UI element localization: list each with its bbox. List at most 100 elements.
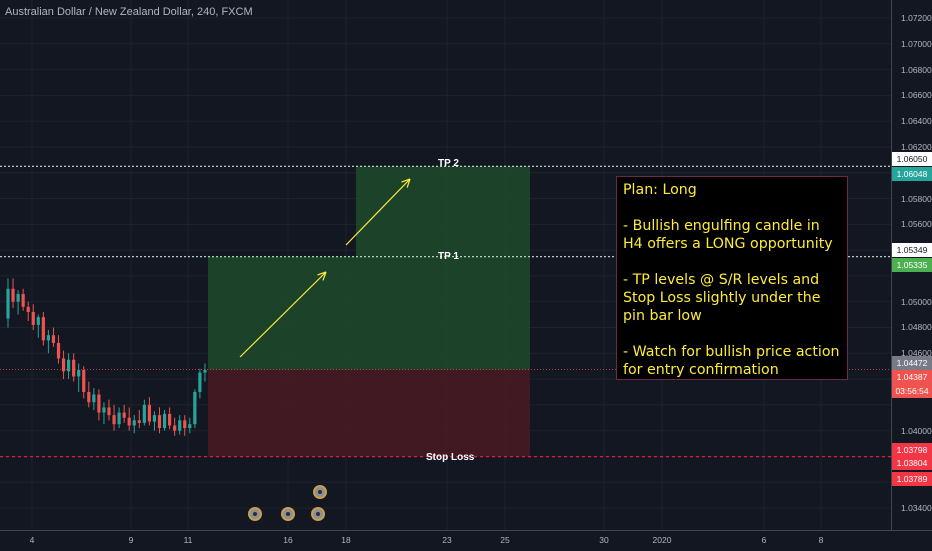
price-tick-label: 1.04000 bbox=[901, 425, 932, 436]
candle bbox=[117, 407, 121, 429]
profit-zone-tp1 bbox=[208, 256, 530, 370]
plan-line: - Bullish engulfing candle in H4 offers … bbox=[623, 218, 833, 252]
candle bbox=[193, 389, 197, 429]
time-tick-label: 11 bbox=[183, 535, 193, 545]
price-tag: 03:56:54 bbox=[892, 383, 932, 398]
candle-body bbox=[127, 417, 131, 426]
candle-body bbox=[152, 415, 157, 422]
price-tag: 1.05335 bbox=[892, 258, 932, 273]
candle bbox=[97, 389, 101, 421]
time-tick-label: 9 bbox=[128, 535, 134, 545]
price-tick-label: 1.06400 bbox=[901, 116, 932, 127]
candle bbox=[107, 399, 111, 421]
candle-body bbox=[77, 370, 81, 377]
candle bbox=[168, 407, 172, 430]
candle bbox=[16, 290, 20, 315]
price-tag: 1.04472 bbox=[892, 355, 932, 370]
symbol-title[interactable]: Australian Dollar / New Zealand Dollar, … bbox=[5, 6, 253, 18]
candle-body bbox=[147, 404, 151, 422]
candle bbox=[127, 407, 131, 431]
price-tick-label: 1.05600 bbox=[901, 219, 932, 230]
candle-body bbox=[132, 420, 136, 426]
candle bbox=[77, 363, 81, 392]
candle-body bbox=[72, 359, 76, 377]
candle bbox=[56, 335, 61, 364]
candle-body bbox=[26, 306, 30, 312]
candle bbox=[157, 407, 162, 434]
price-tag: 1.06048 bbox=[892, 166, 932, 181]
earnings-icon[interactable] bbox=[311, 507, 325, 521]
candle bbox=[122, 404, 126, 423]
plan-line: - Watch for bullish price action for ent… bbox=[623, 344, 840, 378]
candle bbox=[41, 312, 45, 346]
time-tick-label: 16 bbox=[283, 535, 293, 545]
candle-body bbox=[107, 407, 111, 416]
price-tag: 1.06050 bbox=[892, 152, 932, 167]
earnings-dot bbox=[253, 512, 257, 516]
price-tick-label: 1.05800 bbox=[901, 193, 932, 204]
time-tick-label: 25 bbox=[500, 535, 510, 545]
candle-body bbox=[157, 415, 162, 429]
plan-spacer bbox=[623, 325, 841, 343]
price-tag: 1.04387 bbox=[892, 369, 932, 384]
candle-body bbox=[142, 404, 146, 423]
plan-spacer bbox=[623, 199, 841, 217]
candle-body bbox=[162, 413, 167, 429]
candle-body bbox=[198, 372, 202, 392]
candle-body bbox=[46, 335, 50, 341]
position-zones bbox=[208, 166, 530, 457]
candle bbox=[173, 417, 177, 436]
price-tick-label: 1.07000 bbox=[901, 38, 932, 49]
earnings-dot bbox=[286, 512, 290, 516]
price-tick-label: 1.03400 bbox=[901, 503, 932, 513]
earnings-icon[interactable] bbox=[281, 507, 295, 521]
candle bbox=[183, 415, 187, 436]
candle-body bbox=[188, 424, 192, 429]
candle-body bbox=[117, 412, 121, 425]
time-tick-label: 18 bbox=[341, 535, 351, 545]
tp1-label[interactable]: TP 1 bbox=[438, 251, 459, 262]
candle bbox=[112, 404, 116, 431]
candle bbox=[11, 278, 15, 309]
candle-body bbox=[16, 293, 20, 302]
price-tick-label: 1.06800 bbox=[901, 64, 932, 75]
earnings-dot bbox=[316, 512, 320, 516]
candle-body bbox=[183, 420, 187, 429]
candle-body bbox=[168, 413, 172, 426]
candle-body bbox=[11, 288, 15, 302]
candle bbox=[46, 330, 50, 354]
candle bbox=[72, 353, 76, 382]
time-tick-label: 4 bbox=[29, 535, 35, 545]
price-tag: 1.05349 bbox=[892, 242, 932, 257]
candle bbox=[61, 350, 66, 380]
candle bbox=[162, 410, 167, 431]
candle-body bbox=[122, 412, 126, 418]
time-tick-label: 8 bbox=[818, 535, 824, 545]
candle-body bbox=[193, 391, 197, 425]
time-tick-label: 30 bbox=[599, 535, 609, 545]
time-axis[interactable]: 4 9 11 16 18 23 25 30 2020 6 8 bbox=[0, 530, 932, 551]
candle-body bbox=[203, 370, 207, 373]
trade-plan-note[interactable]: Plan: Long - Bullish engulfing candle in… bbox=[616, 176, 848, 380]
candle bbox=[51, 327, 56, 347]
profit-zone-tp2 bbox=[356, 166, 530, 257]
earnings-icon[interactable] bbox=[248, 507, 262, 521]
candle bbox=[178, 415, 182, 435]
candle bbox=[21, 288, 25, 311]
candle bbox=[6, 278, 10, 328]
earnings-icon[interactable] bbox=[313, 485, 327, 499]
loss-zone bbox=[208, 369, 530, 457]
candle bbox=[36, 314, 40, 338]
time-tick-label: 2020 bbox=[652, 535, 672, 545]
stop-loss-label[interactable]: Stop Loss bbox=[426, 452, 474, 463]
candle-body bbox=[137, 420, 141, 423]
candle-body bbox=[87, 391, 91, 403]
time-tick-label: 6 bbox=[761, 535, 767, 545]
candle bbox=[92, 388, 96, 410]
candle bbox=[26, 301, 30, 322]
candle bbox=[102, 402, 106, 425]
candle-body bbox=[97, 394, 101, 413]
candle-body bbox=[6, 288, 10, 319]
candle-body bbox=[31, 312, 35, 325]
tp2-label[interactable]: TP 2 bbox=[438, 158, 459, 169]
